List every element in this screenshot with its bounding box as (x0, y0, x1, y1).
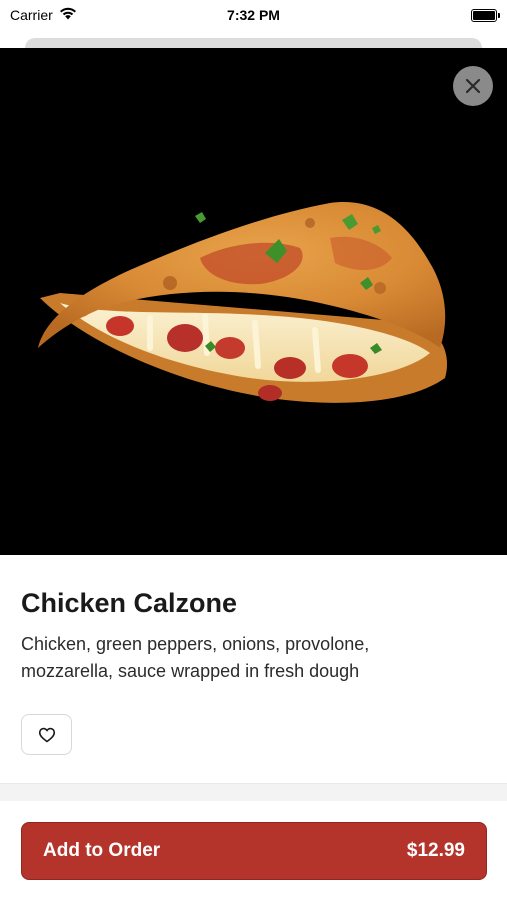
section-divider (0, 783, 507, 801)
close-button[interactable] (453, 66, 493, 106)
status-bar: Carrier 7:32 PM (0, 0, 507, 30)
footer: Add to Order $12.99 (0, 801, 507, 900)
product-description: Chicken, green peppers, onions, provolon… (21, 634, 370, 681)
product-title: Chicken Calzone (21, 588, 238, 618)
add-to-order-label: Add to Order (43, 840, 161, 861)
product-image (0, 48, 507, 555)
add-to-order-button[interactable]: Add to Order $12.99 (21, 822, 487, 880)
price-label: $12.99 (406, 840, 465, 861)
calzone-photo (38, 202, 448, 403)
carrier-label: Carrier (10, 7, 53, 23)
status-left: Carrier (10, 7, 77, 23)
wifi-icon (59, 7, 77, 23)
battery-icon (471, 8, 500, 22)
heart-icon (38, 727, 55, 742)
product-details: Chicken Calzone Chicken, green peppers, … (0, 555, 507, 783)
favorite-button[interactable] (21, 714, 72, 755)
close-icon (465, 78, 481, 94)
